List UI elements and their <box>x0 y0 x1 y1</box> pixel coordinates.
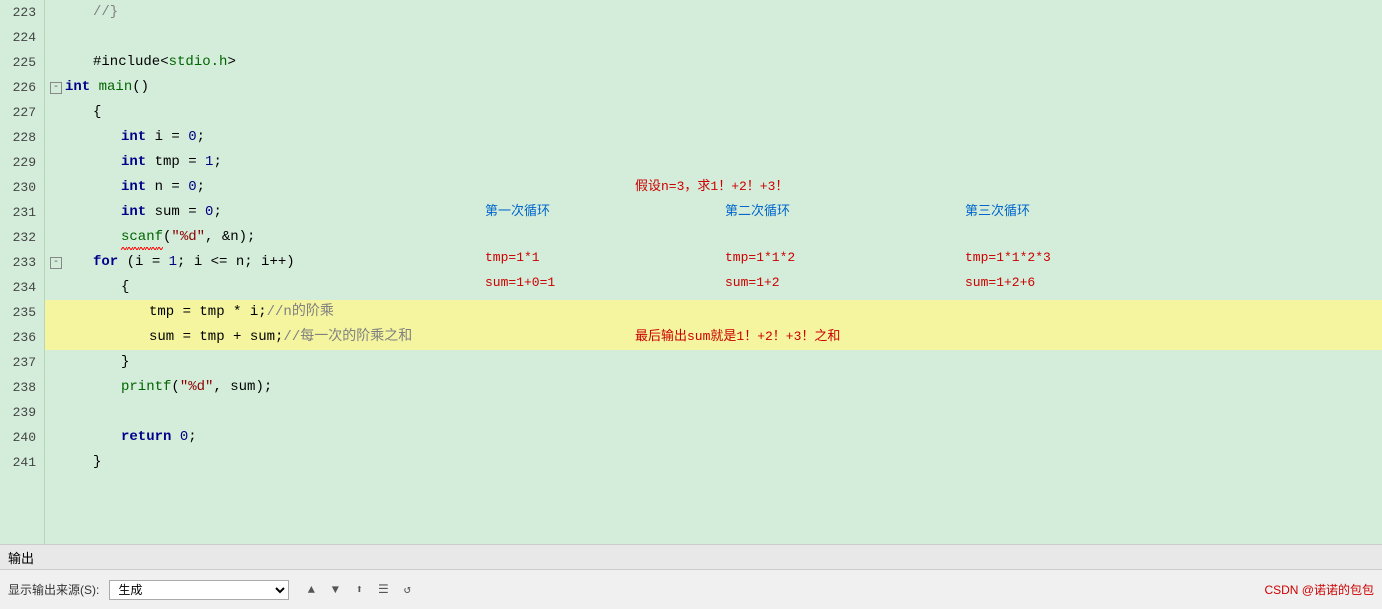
toolbar-up-icon[interactable]: ▲ <box>301 580 321 600</box>
code-kw-226: int <box>65 75 90 100</box>
csdn-label: CSDN @诺诺的包包 <box>1264 581 1374 598</box>
code-line-233: - for (i = 1; i <= n; i++) <box>45 250 1382 275</box>
ln-231: 231 <box>8 200 36 225</box>
code-text-237: } <box>121 350 129 375</box>
output-source-label: 显示输出来源(S): <box>8 581 99 598</box>
output-toolbar: 显示输出来源(S): 生成 ▲ ▼ ⬆ ☰ ↺ CSDN @诺诺的包包 <box>0 570 1382 609</box>
code-text-228: i = 0; <box>146 125 205 150</box>
kw-230: int <box>121 175 146 200</box>
code-printf-238: printf <box>121 375 171 400</box>
code-line-230: int n = 0; <box>45 175 1382 200</box>
fold-button-233[interactable]: - <box>50 257 62 269</box>
code-line-225: #include<stdio.h> <box>45 50 1382 75</box>
code-line-232: scanf ("%d", &n); <box>45 225 1382 250</box>
code-line-231: int sum = 0; <box>45 200 1382 225</box>
toolbar-refresh-icon[interactable]: ↺ <box>397 580 417 600</box>
code-line-228: int i = 0; <box>45 125 1382 150</box>
code-text-223: //} <box>93 0 118 25</box>
ln-237: 237 <box>8 350 36 375</box>
toolbar-down-icon[interactable]: ▼ <box>325 580 345 600</box>
code-container: 223 224 225 226 227 228 229 230 231 232 … <box>0 0 1382 544</box>
ln-227: 227 <box>8 100 36 125</box>
code-line-234: { <box>45 275 1382 300</box>
code-text-238: ("%d", sum); <box>171 375 272 400</box>
ln-236: 236 <box>8 325 36 350</box>
ln-232: 232 <box>8 225 36 250</box>
kw-231: int <box>121 200 146 225</box>
code-line-227: { <box>45 100 1382 125</box>
ln-224: 224 <box>8 25 36 50</box>
ln-240: 240 <box>8 425 36 450</box>
ln-223: 223 <box>8 0 36 25</box>
code-text-232: ("%d", &n); <box>163 225 255 250</box>
ln-226: 226 <box>8 75 36 100</box>
ln-225: 225 <box>8 50 36 75</box>
ln-238: 238 <box>8 375 36 400</box>
kw-228: int <box>121 125 146 150</box>
fold-col-226[interactable]: - <box>49 82 65 94</box>
ln-228: 228 <box>8 125 36 150</box>
code-text-240: 0; <box>171 425 196 450</box>
code-text-225: #include<stdio.h> <box>93 50 236 75</box>
code-line-239 <box>45 400 1382 425</box>
kw-for-233: for <box>93 250 118 275</box>
code-lines: //} #include<stdio.h> - int main() <box>45 0 1382 544</box>
editor-area: 223 224 225 226 227 228 229 230 231 232 … <box>0 0 1382 544</box>
output-title: 输出 <box>8 548 34 567</box>
code-line-240: return 0; <box>45 425 1382 450</box>
code-text-231: sum = 0; <box>146 200 222 225</box>
code-scanf-232: scanf <box>121 225 163 250</box>
code-line-226: - int main() <box>45 75 1382 100</box>
code-line-224 <box>45 25 1382 50</box>
code-text-230: n = 0; <box>146 175 205 200</box>
code-text-234: { <box>121 275 129 300</box>
code-line-241: } <box>45 450 1382 475</box>
ln-233: 233 <box>8 250 36 275</box>
code-line-235: tmp = tmp * i;//n的阶乘 <box>45 300 1382 325</box>
code-line-237: } <box>45 350 1382 375</box>
toolbar-icons: ▲ ▼ ⬆ ☰ ↺ <box>301 580 417 600</box>
ln-229: 229 <box>8 150 36 175</box>
code-line-236: sum = tmp + sum;//每一次的阶乘之和 <box>45 325 1382 350</box>
line-numbers: 223 224 225 226 227 228 229 230 231 232 … <box>0 0 45 544</box>
code-text-229: tmp = 1; <box>146 150 222 175</box>
fold-col-233[interactable]: - <box>49 257 65 269</box>
code-text-241: } <box>93 450 101 475</box>
ln-234: 234 <box>8 275 36 300</box>
kw-return-240: return <box>121 425 171 450</box>
output-panel: 输出 显示输出来源(S): 生成 ▲ ▼ ⬆ ☰ ↺ CSDN @诺诺的包包 <box>0 544 1382 609</box>
code-text-233: (i = 1; i <= n; i++) <box>118 250 294 275</box>
output-source-select[interactable]: 生成 <box>109 580 289 600</box>
ln-241: 241 <box>8 450 36 475</box>
code-text-227: { <box>93 100 101 125</box>
code-text-236: sum = tmp + sum;//每一次的阶乘之和 <box>149 325 412 350</box>
toolbar-up2-icon[interactable]: ⬆ <box>349 580 369 600</box>
output-header: 输出 <box>0 545 1382 570</box>
code-line-229: int tmp = 1; <box>45 150 1382 175</box>
ln-235: 235 <box>8 300 36 325</box>
fold-button-226[interactable]: - <box>50 82 62 94</box>
kw-229: int <box>121 150 146 175</box>
toolbar-list-icon[interactable]: ☰ <box>373 580 393 600</box>
code-line-238: printf ("%d", sum); <box>45 375 1382 400</box>
ln-239: 239 <box>8 400 36 425</box>
ln-230: 230 <box>8 175 36 200</box>
code-text-235: tmp = tmp * i;//n的阶乘 <box>149 300 334 325</box>
code-text-226: main() <box>90 75 149 100</box>
code-line-223: //} <box>45 0 1382 25</box>
